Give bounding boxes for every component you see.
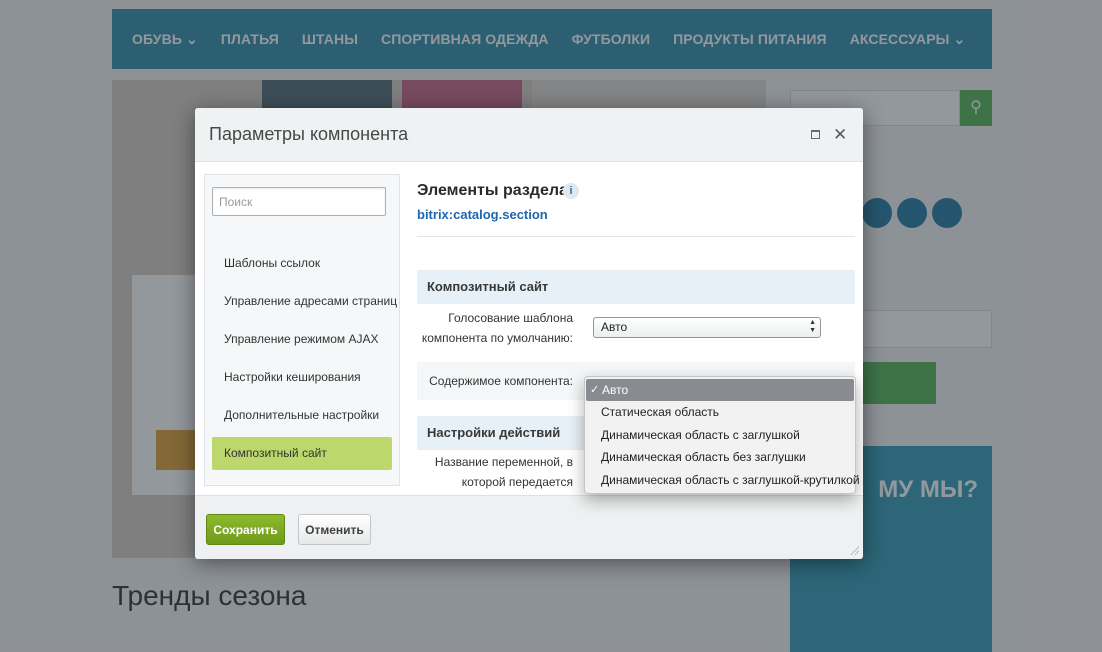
sidebar-item-ajax-mode[interactable]: Управление режимом AJAX bbox=[212, 323, 392, 356]
field-label-action-variable: Название переменной, в которой передаетс… bbox=[434, 455, 573, 489]
sidebar-item-composite-site[interactable]: Композитный сайт bbox=[212, 437, 392, 470]
sidebar-item-additional[interactable]: Дополнительные настройки bbox=[212, 399, 392, 432]
cancel-button[interactable]: Отменить bbox=[298, 514, 371, 545]
sidebar-list: Шаблоны ссылок Управление адресами стран… bbox=[212, 247, 397, 475]
dropdown-option[interactable]: Динамическая область без заглушки bbox=[585, 446, 855, 468]
sidebar-item-link-templates[interactable]: Шаблоны ссылок bbox=[212, 247, 392, 280]
dropdown-option[interactable]: ✓ Авто bbox=[586, 379, 854, 402]
settings-sidebar: Шаблоны ссылок Управление адресами стран… bbox=[204, 174, 400, 486]
close-icon[interactable]: ✕ bbox=[833, 125, 847, 145]
select-arrows-icon: ▲ ▼ bbox=[809, 319, 816, 334]
resize-handle-icon[interactable] bbox=[849, 545, 859, 555]
component-content-dropdown: ✓ Авто Статическая область Динамическая … bbox=[584, 376, 860, 494]
sidebar-item-page-urls[interactable]: Управление адресами страниц bbox=[212, 285, 397, 318]
dialog-header: Параметры компонента ✕ bbox=[195, 108, 863, 162]
field-label-component-content: Содержимое компонента: bbox=[429, 374, 573, 388]
dialog-footer: Сохранить Отменить bbox=[195, 495, 863, 559]
sidebar-item-caching[interactable]: Настройки кеширования bbox=[212, 361, 392, 394]
component-code: bitrix:catalog.section bbox=[417, 207, 548, 222]
dropdown-option[interactable]: Статическая область bbox=[585, 401, 855, 423]
component-title: Элементы раздела bbox=[417, 182, 568, 199]
template-voting-select[interactable]: Авто ▲ ▼ bbox=[593, 317, 821, 338]
sidebar-search-input[interactable] bbox=[212, 187, 386, 216]
info-icon[interactable]: i bbox=[563, 183, 579, 199]
save-button[interactable]: Сохранить bbox=[206, 514, 285, 545]
maximize-icon[interactable] bbox=[811, 130, 820, 139]
dropdown-option[interactable]: Динамическая область с заглушкой-крутилк… bbox=[585, 469, 860, 491]
field-label-template-voting: Голосование шаблона компонента по умолча… bbox=[421, 311, 573, 345]
section-composite-site: Композитный сайт bbox=[417, 270, 855, 304]
dropdown-option[interactable]: Динамическая область с заглушкой bbox=[585, 424, 855, 446]
divider bbox=[417, 236, 855, 237]
check-icon: ✓ bbox=[590, 384, 600, 396]
select-value: Авто bbox=[601, 320, 628, 334]
dialog-title: Параметры компонента bbox=[209, 124, 409, 144]
